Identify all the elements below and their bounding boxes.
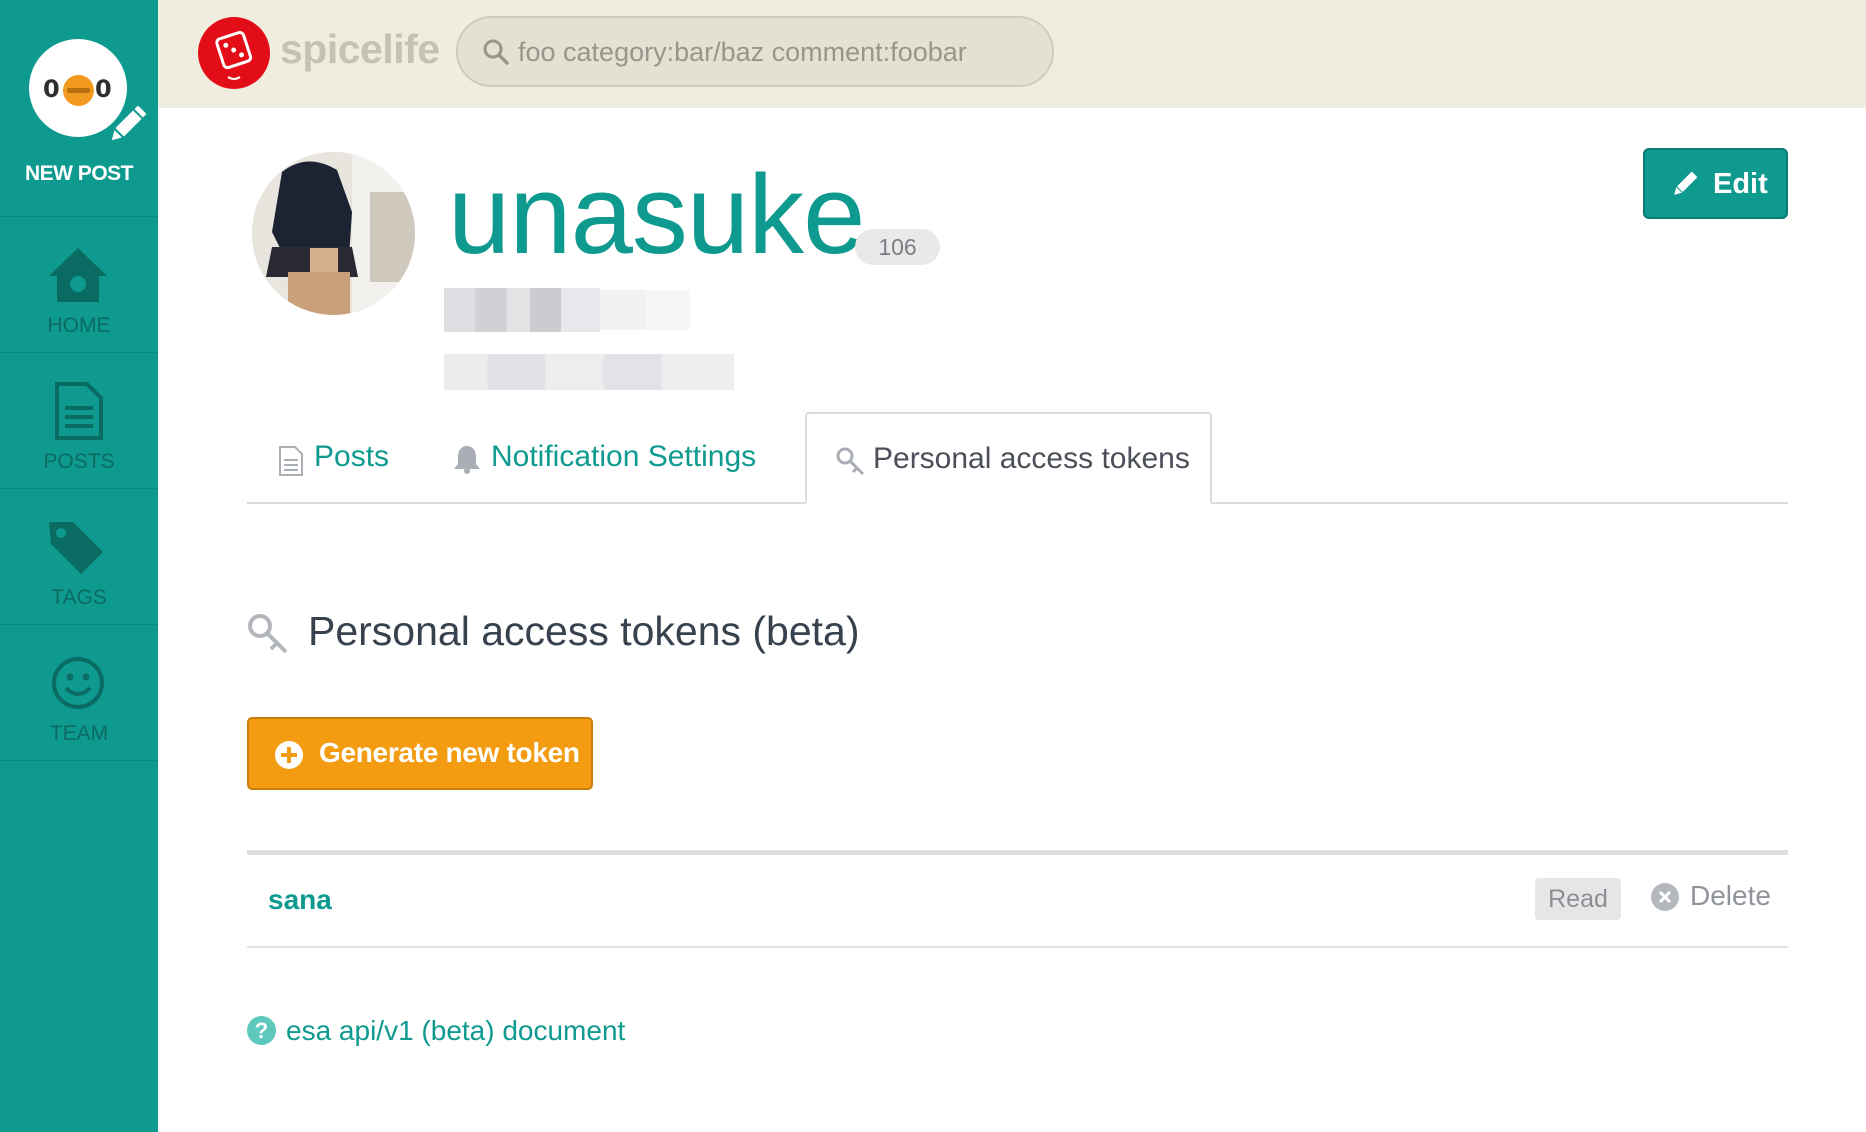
edit-label: Edit — [1713, 168, 1768, 200]
sidebar-item-tags[interactable]: TAGS — [0, 490, 158, 625]
top-header: spicelife — [158, 0, 1866, 108]
tab-label: Posts — [314, 440, 390, 473]
sidebar-item-posts[interactable]: POSTS — [0, 354, 158, 489]
sidebar-item-label: HOME — [47, 314, 111, 337]
plus-circle-icon — [275, 741, 303, 769]
document-icon — [55, 382, 103, 440]
delete-label: Delete — [1690, 880, 1771, 911]
tab-label: Notification Settings — [491, 440, 757, 473]
search-icon — [483, 39, 509, 65]
team-name[interactable]: spicelife — [280, 26, 440, 73]
section-title: Personal access tokens (beta) — [308, 608, 860, 654]
sidebar-item-label: TAGS — [51, 586, 107, 609]
search-box — [456, 16, 1054, 87]
sidebar-item-label: POSTS — [43, 450, 115, 473]
new-post-button[interactable]: 0 0 NEW POST — [0, 0, 158, 217]
redacted-bio — [444, 354, 734, 390]
tab-posts[interactable]: Posts — [274, 420, 404, 504]
logo-mouth — [63, 75, 94, 106]
avatar-photo — [252, 152, 415, 315]
post-count-badge: 106 — [855, 229, 940, 265]
token-name[interactable]: sana — [268, 884, 332, 916]
redacted-name-tail — [600, 290, 690, 330]
pencil-icon — [1674, 171, 1698, 195]
question-circle-icon: ? — [247, 1016, 276, 1045]
smiley-icon — [52, 657, 104, 709]
sidebar: 0 0 NEW POST HOME POSTS TAGS TEAM — [0, 0, 158, 1132]
logo-right-eye: 0 — [95, 75, 112, 103]
tab-notification-settings[interactable]: Notification Settings — [452, 420, 782, 504]
search-input[interactable] — [518, 30, 1038, 74]
profile-username: unasuke — [448, 152, 865, 277]
new-post-label: NEW POST — [24, 162, 134, 185]
redacted-name — [444, 288, 600, 332]
close-circle-icon — [1651, 883, 1679, 911]
avatar — [252, 152, 415, 315]
key-icon — [836, 447, 865, 476]
logo-left-eye: 0 — [43, 75, 60, 103]
generate-new-token-button[interactable]: Generate new token — [247, 717, 593, 790]
bell-icon — [454, 446, 480, 474]
tab-label: Personal access tokens — [873, 442, 1190, 475]
key-icon — [248, 614, 288, 654]
edit-profile-button[interactable]: Edit — [1643, 148, 1788, 219]
document-icon — [279, 446, 303, 476]
tags-icon — [49, 522, 103, 574]
dice-icon — [215, 30, 253, 80]
doc-link-label: esa api/v1 (beta) document — [286, 1015, 626, 1046]
pencil-icon — [109, 103, 149, 143]
team-logo[interactable] — [198, 17, 270, 89]
sidebar-item-label: TEAM — [49, 722, 109, 745]
home-icon — [49, 248, 107, 302]
token-scope-badge: Read — [1535, 878, 1621, 920]
tokens-table-top-border — [247, 850, 1788, 855]
sidebar-item-home[interactable]: HOME — [0, 218, 158, 353]
sidebar-item-team[interactable]: TEAM — [0, 626, 158, 761]
generate-label: Generate new token — [319, 737, 580, 768]
tokens-table-bottom-border — [247, 946, 1788, 948]
tab-personal-access-tokens[interactable]: Personal access tokens — [805, 412, 1212, 504]
